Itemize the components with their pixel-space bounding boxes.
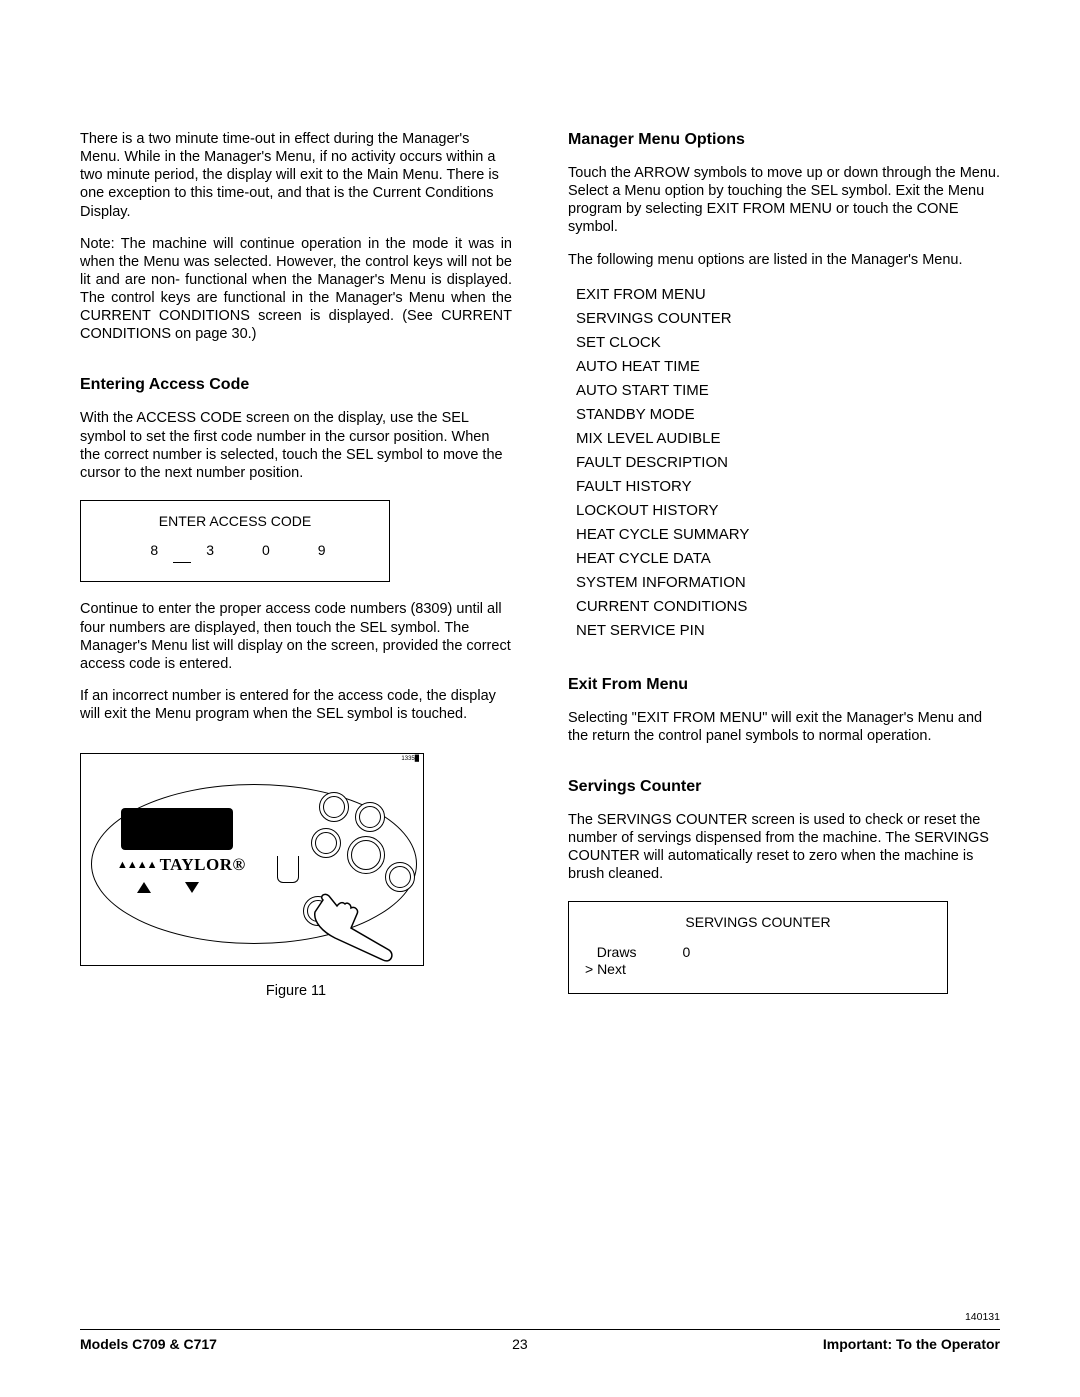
heading-servings-counter: Servings Counter — [568, 777, 1000, 797]
pointing-hand-icon — [303, 892, 403, 964]
page-footer: 140131 Models C709 & C717 23 Important: … — [80, 1311, 1000, 1353]
menu-item: FAULT HISTORY — [576, 475, 1000, 499]
paragraph: If an incorrect number is entered for th… — [80, 687, 512, 723]
menu-item: AUTO HEAT TIME — [576, 355, 1000, 379]
registered-mark: ® — [232, 855, 245, 874]
lcd-digit-1: 8 — [150, 542, 158, 560]
menu-item: MIX LEVEL AUDIBLE — [576, 427, 1000, 451]
footer-models: Models C709 & C717 — [80, 1336, 217, 1354]
paragraph: With the ACCESS CODE screen on the displ… — [80, 409, 512, 482]
figure-caption: Figure 11 — [80, 982, 512, 1000]
paragraph: The following menu options are listed in… — [568, 251, 1000, 269]
lcd-access-code: ENTER ACCESS CODE 8 3 0 9 — [80, 500, 390, 583]
menu-item: EXIT FROM MENU — [576, 283, 1000, 307]
paragraph: Continue to enter the proper access code… — [80, 600, 512, 673]
manager-menu-list: EXIT FROM MENU SERVINGS COUNTER SET CLOC… — [576, 283, 1000, 643]
paragraph: The SERVINGS COUNTER screen is used to c… — [568, 811, 1000, 884]
lcd-digit-2: 3 — [206, 542, 214, 560]
left-column: There is a two minute time-out in effect… — [80, 130, 512, 1000]
brand-text: TAYLOR — [160, 855, 233, 874]
lcd-servings-counter: SERVINGS COUNTER Draws 0 > Next — [568, 901, 948, 994]
menu-item: NET SERVICE PIN — [576, 619, 1000, 643]
two-column-layout: There is a two minute time-out in effect… — [80, 130, 1000, 1000]
figure-11: 1335█ ▲▲▲▲TAYLOR® — [80, 753, 512, 1000]
lcd-digit-3: 0 — [262, 542, 270, 560]
right-column: Manager Menu Options Touch the ARROW sym… — [568, 130, 1000, 1000]
panel-button — [311, 828, 341, 858]
menu-item: CURRENT CONDITIONS — [576, 595, 1000, 619]
menu-item: HEAT CYCLE DATA — [576, 547, 1000, 571]
lcd-digit-4: 9 — [318, 542, 326, 560]
footer-section-title: Important: To the Operator — [823, 1336, 1000, 1354]
lcd-label-next: > Next — [585, 961, 931, 979]
panel-button — [355, 802, 385, 832]
menu-item: SET CLOCK — [576, 331, 1000, 355]
control-panel-illustration: 1335█ ▲▲▲▲TAYLOR® — [80, 753, 424, 966]
panel-button — [319, 792, 349, 822]
footer-line: Models C709 & C717 23 Important: To the … — [80, 1329, 1000, 1354]
paragraph-note: Note: The machine will continue operatio… — [80, 235, 512, 344]
heading-entering-access-code: Entering Access Code — [80, 375, 512, 395]
brand-logo: ▲▲▲▲TAYLOR® — [117, 854, 246, 875]
heading-manager-menu-options: Manager Menu Options — [568, 130, 1000, 150]
heading-exit-from-menu: Exit From Menu — [568, 675, 1000, 695]
lcd-label-draws: Draws — [597, 944, 637, 960]
manual-page: There is a two minute time-out in effect… — [0, 0, 1080, 1397]
lcd-title: SERVINGS COUNTER — [585, 914, 931, 932]
cup-icon — [277, 856, 299, 883]
menu-item: HEAT CYCLE SUMMARY — [576, 523, 1000, 547]
menu-item: STANDBY MODE — [576, 403, 1000, 427]
menu-item: SYSTEM INFORMATION — [576, 571, 1000, 595]
panel-display-screen — [121, 808, 233, 850]
figure-small-id: 1335█ — [401, 756, 419, 764]
paragraph: There is a two minute time-out in effect… — [80, 130, 512, 221]
lcd-line: Draws 0 — [589, 944, 931, 962]
panel-button — [385, 862, 415, 892]
paragraph: Touch the ARROW symbols to move up or do… — [568, 164, 1000, 237]
lcd-title: ENTER ACCESS CODE — [97, 513, 373, 531]
menu-item: AUTO START TIME — [576, 379, 1000, 403]
footer-code: 140131 — [80, 1311, 1000, 1324]
logo-bars-icon: ▲▲▲▲ — [117, 859, 157, 873]
lcd-code-row: 8 3 0 9 — [97, 542, 373, 560]
menu-item: LOCKOUT HISTORY — [576, 499, 1000, 523]
arrow-down-icon — [185, 882, 199, 893]
page-number: 23 — [512, 1336, 528, 1354]
menu-item: SERVINGS COUNTER — [576, 307, 1000, 331]
lcd-cursor — [173, 562, 191, 564]
lcd-value-draws: 0 — [682, 944, 690, 962]
arrow-up-icon — [137, 882, 151, 893]
paragraph: Selecting "EXIT FROM MENU" will exit the… — [568, 709, 1000, 745]
panel-button-sel — [347, 836, 385, 874]
menu-item: FAULT DESCRIPTION — [576, 451, 1000, 475]
